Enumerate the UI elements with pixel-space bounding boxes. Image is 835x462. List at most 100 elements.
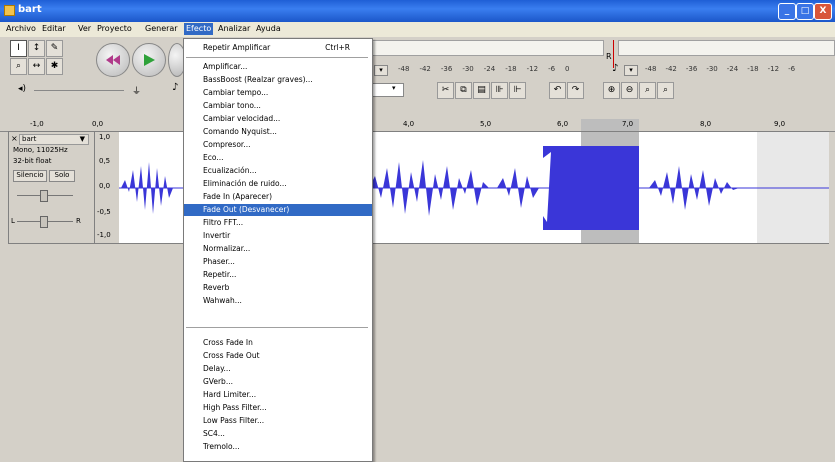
pan-right-label: R (76, 217, 81, 225)
zoom-in-icon[interactable]: ⊕ (603, 82, 620, 99)
menu-item-reverb[interactable]: Reverb (184, 282, 372, 294)
mic-icon: ♪ (172, 82, 179, 93)
paste-icon[interactable]: ▤ (473, 82, 490, 99)
menu-generar[interactable]: Generar (145, 24, 178, 33)
menu-item-gverb[interactable]: GVerb... (184, 376, 372, 388)
menu-item-cambiar-tempo[interactable]: Cambiar tempo... (184, 87, 372, 99)
menu-bar: Archivo Editar Ver Proyecto Generar Efec… (0, 22, 835, 38)
selection-tool-icon[interactable]: I (10, 40, 27, 57)
menu-item-filtro-fft[interactable]: Filtro FFT... (184, 217, 372, 229)
silence-icon[interactable]: ⊩ (509, 82, 526, 99)
input-meter-dropdown-icon[interactable]: ▾ (624, 65, 638, 76)
scale-label: -0,5 (97, 208, 111, 216)
menu-item-fade-out[interactable]: Fade Out (Desvanecer) (184, 204, 372, 216)
menu-item-normalizar[interactable]: Normalizar... (184, 243, 372, 255)
maximize-button[interactable]: □ (796, 3, 814, 20)
timeshift-tool-icon[interactable]: ↔ (28, 58, 45, 75)
menu-item-ecualizacion[interactable]: Ecualización... (184, 165, 372, 177)
device-dropdown[interactable] (372, 83, 404, 97)
menu-item-cambiar-velocidad[interactable]: Cambiar velocidad... (184, 113, 372, 125)
track-info-rate: Mono, 11025Hz (13, 146, 68, 154)
menu-separator (186, 327, 368, 328)
ruler-label: 7,0 (622, 120, 634, 128)
play-button[interactable] (132, 43, 166, 77)
copy-icon[interactable]: ⧉ (455, 82, 472, 99)
speaker-icon: ◂) (18, 84, 27, 94)
menu-item-repetir[interactable]: Repetir... (184, 269, 372, 281)
input-meter-mic-icon: ♪ (612, 63, 619, 74)
menu-item-cambiar-tono[interactable]: Cambiar tono... (184, 100, 372, 112)
menu-ver[interactable]: Ver (78, 24, 91, 33)
pan-slider-thumb[interactable] (40, 216, 48, 228)
ruler-label: -1,0 (30, 120, 44, 128)
fit-project-icon[interactable]: ⌕ (657, 82, 674, 99)
gain-slider-thumb[interactable] (40, 190, 48, 202)
menu-item-eliminacion-ruido[interactable]: Eliminación de ruido... (184, 178, 372, 190)
envelope-tool-icon[interactable]: ↕ (28, 40, 45, 57)
zoom-out-icon[interactable]: ⊖ (621, 82, 638, 99)
menu-analizar[interactable]: Analizar (218, 24, 250, 33)
menu-item-delay[interactable]: Delay... (184, 363, 372, 375)
ruler-label: 8,0 (700, 120, 712, 128)
menu-item-low-pass-filter[interactable]: Low Pass Filter... (184, 415, 372, 427)
menu-efecto[interactable]: Efecto (184, 23, 214, 35)
cut-icon[interactable]: ✂ (437, 82, 454, 99)
title-bar: bart _ □ X (0, 0, 835, 22)
menu-item-bassboost[interactable]: BassBoost (Realzar graves)... (184, 74, 372, 86)
device-dropdown-arrow-icon[interactable]: ▾ (392, 84, 396, 92)
menu-item-fade-in[interactable]: Fade In (Aparecer) (184, 191, 372, 203)
menu-item-wahwah[interactable]: Wahwah... (184, 295, 372, 307)
scale-label: 0,5 (99, 157, 111, 165)
menu-item-invertir[interactable]: Invertir (184, 230, 372, 242)
meter-top-track (372, 40, 604, 56)
close-button[interactable]: X (814, 3, 832, 20)
solo-button[interactable]: Solo (49, 170, 75, 182)
menu-archivo[interactable]: Archivo (6, 24, 36, 33)
menu-editar[interactable]: Editar (42, 24, 66, 33)
multi-tool-icon[interactable]: ✱ (46, 58, 63, 75)
meter-right-label: R (606, 52, 612, 61)
play-icon (144, 54, 155, 66)
menu-ayuda[interactable]: Ayuda (256, 24, 281, 33)
output-meter-dropdown-icon[interactable]: ▾ (374, 65, 388, 76)
toolbar-area: I ↕ ✎ ⌕ ↔ ✱ ◂) ⏚ ♪ R ▾ -48 -42 -36 -30 -24 -1… (0, 37, 835, 119)
menu-item-sc4[interactable]: SC4... (184, 428, 372, 440)
menu-item-high-pass-filter[interactable]: High Pass Filter... (184, 402, 372, 414)
app-icon (4, 5, 15, 16)
trim-icon[interactable]: ⊪ (491, 82, 508, 99)
menu-item-cross-fade-out[interactable]: Cross Fade Out (184, 350, 372, 362)
menu-item-amplificar[interactable]: Amplificar... (184, 61, 372, 73)
menu-item-hard-limiter[interactable]: Hard Limiter... (184, 389, 372, 401)
zoom-tool-icon[interactable]: ⌕ (10, 58, 27, 75)
undo-icon[interactable]: ↶ (549, 82, 566, 99)
ruler-label: 0,0 (92, 120, 104, 128)
menu-item-repetir-amplificar[interactable]: Repetir Amplificar Ctrl+R (184, 42, 372, 54)
menu-item-comando-nyquist[interactable]: Comando Nyquist... (184, 126, 372, 138)
output-volume-slider[interactable] (34, 90, 124, 91)
draw-tool-icon[interactable]: ✎ (46, 40, 63, 57)
meter-top-right (618, 40, 835, 56)
menu-item-eco[interactable]: Eco... (184, 152, 372, 164)
minimize-button[interactable]: _ (778, 3, 796, 20)
ruler-label: 9,0 (774, 120, 786, 128)
output-meter-scale: -48 -42 -36 -30 -24 -18 -12 -6 0 (398, 65, 570, 73)
scale-label: 0,0 (99, 182, 111, 190)
fit-selection-icon[interactable]: ⌕ (639, 82, 656, 99)
window-title: bart (18, 4, 42, 15)
menu-separator (186, 57, 368, 58)
scale-label: 1,0 (99, 133, 111, 141)
menu-item-phaser[interactable]: Phaser... (184, 256, 372, 268)
redo-icon[interactable]: ↷ (567, 82, 584, 99)
menu-item-cross-fade-in[interactable]: Cross Fade In (184, 337, 372, 349)
menu-item-compresor[interactable]: Compresor... (184, 139, 372, 151)
output-slider-thumb[interactable]: ⏚ (132, 84, 141, 97)
rewind-button[interactable] (96, 43, 130, 77)
track-name-button[interactable]: bart ▼ (19, 134, 89, 145)
mute-button[interactable]: Silencio (13, 170, 47, 182)
menu-item-tremolo[interactable]: Tremolo... (184, 441, 372, 453)
amplitude-scale: 1,0 0,5 0,0 -0,5 -1,0 (94, 131, 121, 244)
track-close-icon[interactable]: × (11, 134, 18, 143)
track-info-format: 32-bit float (13, 157, 52, 165)
track-menu-arrow-icon: ▼ (79, 135, 85, 143)
menu-proyecto[interactable]: Proyecto (97, 24, 132, 33)
